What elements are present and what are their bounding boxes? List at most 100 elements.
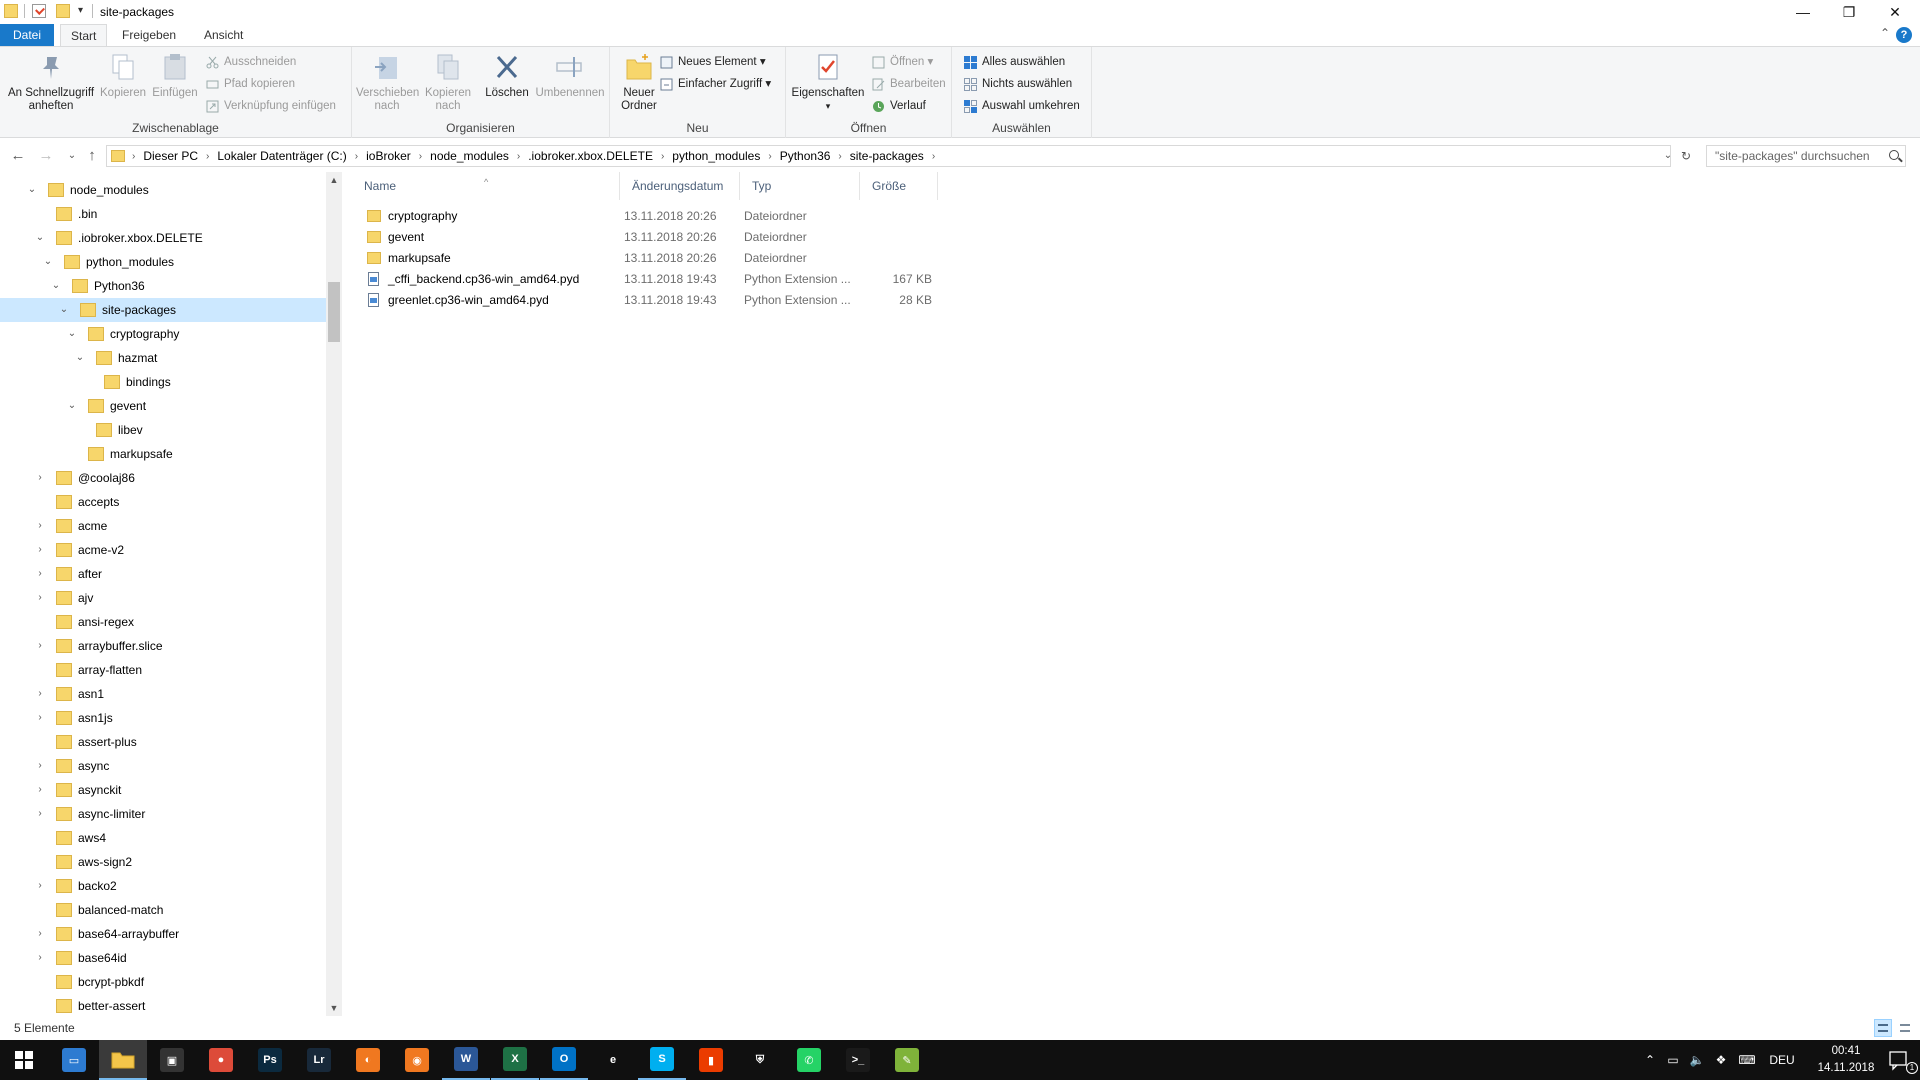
rename-button[interactable]: Umbenennen xyxy=(532,51,608,100)
tree-item[interactable]: aws-sign2 xyxy=(0,850,326,874)
chevron-right-icon[interactable]: › xyxy=(34,682,46,706)
select-all-button[interactable]: Alles auswählen xyxy=(964,53,1065,71)
tree-item[interactable]: assert-plus xyxy=(0,730,326,754)
chevron-right-icon[interactable]: › xyxy=(34,754,46,778)
dropbox-icon[interactable]: ❖ xyxy=(1710,1040,1732,1080)
tree-item[interactable]: libev xyxy=(0,418,326,442)
tab-start[interactable]: Start xyxy=(60,24,108,46)
chevron-right-icon[interactable]: › xyxy=(34,538,46,562)
properties-quick-icon[interactable] xyxy=(32,4,46,18)
ribbon-collapse-icon[interactable]: ⌃ xyxy=(1880,26,1890,40)
lightroom-taskbar-button[interactable]: Lr xyxy=(295,1040,343,1080)
chevron-right-icon[interactable]: › xyxy=(34,946,46,970)
quick-access-dropdown-icon[interactable]: ▾ xyxy=(78,5,83,16)
chevron-down-icon[interactable]: ⌄ xyxy=(34,226,46,250)
tab-file[interactable]: Datei xyxy=(0,24,54,46)
copy-to-button[interactable]: Kopieren nach xyxy=(420,51,476,113)
tree-item[interactable]: › async xyxy=(0,754,326,778)
cut-button[interactable]: Ausschneiden xyxy=(206,53,296,71)
tree-item[interactable]: ⌄ Python36 xyxy=(0,274,326,298)
file-explorer-taskbar-button[interactable] xyxy=(99,1040,147,1080)
chevron-right-icon[interactable]: › xyxy=(835,151,844,162)
chevron-right-icon[interactable]: › xyxy=(765,151,774,162)
office-taskbar-button[interactable]: ▮ xyxy=(687,1040,735,1080)
chevron-right-icon[interactable]: › xyxy=(34,514,46,538)
copy-path-button[interactable]: Pfad kopieren xyxy=(206,75,295,93)
new-folder-button[interactable]: Neuer Ordner xyxy=(614,51,664,113)
address-bar[interactable]: › Dieser PC › Lokaler Datenträger (C:) › ioB… xyxy=(106,145,1671,167)
breadcrumb-segment[interactable]: Lokaler Datenträger (C:) xyxy=(212,149,351,163)
scroll-down-icon[interactable]: ▼ xyxy=(326,1000,342,1016)
table-row[interactable]: markupsafe 13.11.2018 20:26 Dateiordner xyxy=(352,248,1252,269)
tree-item[interactable]: › after xyxy=(0,562,326,586)
volume-icon[interactable]: 🔈 xyxy=(1686,1040,1708,1080)
chevron-right-icon[interactable]: › xyxy=(34,874,46,898)
invert-selection-button[interactable]: Auswahl umkehren xyxy=(964,97,1080,115)
skype-taskbar-button[interactable]: S xyxy=(638,1040,686,1080)
breadcrumb-segment[interactable]: Python36 xyxy=(775,149,836,163)
search-input[interactable]: "site-packages" durchsuchen xyxy=(1706,145,1906,167)
column-header-size[interactable]: Größe xyxy=(860,172,938,200)
recent-locations-icon[interactable]: ⌄ xyxy=(62,146,82,166)
history-button[interactable]: Verlauf xyxy=(872,97,926,115)
photoshop-taskbar-button[interactable]: Ps xyxy=(246,1040,294,1080)
table-row[interactable]: gevent 13.11.2018 20:26 Dateiordner xyxy=(352,227,1252,248)
chevron-right-icon[interactable]: › xyxy=(929,151,938,162)
paste-shortcut-button[interactable]: Verknüpfung einfügen xyxy=(206,97,336,115)
tree-item[interactable]: bcrypt-pbkdf xyxy=(0,970,326,994)
tree-item[interactable]: ⌄ python_modules xyxy=(0,250,326,274)
chevron-down-icon[interactable]: ⌄ xyxy=(50,274,62,298)
tree-item[interactable]: ⌄ hazmat xyxy=(0,346,326,370)
tab-share[interactable]: Freigeben xyxy=(112,24,186,46)
chevron-right-icon[interactable]: › xyxy=(658,151,667,162)
details-view-button[interactable] xyxy=(1874,1019,1892,1037)
delete-button[interactable]: Löschen xyxy=(482,51,532,100)
back-arrow-icon[interactable]: ← xyxy=(8,146,28,166)
table-row[interactable]: cryptography 13.11.2018 20:26 Dateiordner xyxy=(352,206,1252,227)
up-arrow-icon[interactable]: ↑ xyxy=(82,146,102,166)
edge-taskbar-button[interactable]: e xyxy=(589,1040,637,1080)
tab-view[interactable]: Ansicht xyxy=(194,24,253,46)
tree-item[interactable]: › acme-v2 xyxy=(0,538,326,562)
minimize-button[interactable]: — xyxy=(1780,0,1826,24)
terminal-taskbar-button[interactable]: >_ xyxy=(834,1040,882,1080)
chevron-right-icon[interactable]: › xyxy=(34,634,46,658)
breadcrumb-segment[interactable]: ioBroker xyxy=(361,149,416,163)
tree-item[interactable]: › asn1 xyxy=(0,682,326,706)
chevron-right-icon[interactable]: › xyxy=(203,151,212,162)
tree-item[interactable]: ⌄ gevent xyxy=(0,394,326,418)
tree-item[interactable]: array-flatten xyxy=(0,658,326,682)
tree-item[interactable]: aws4 xyxy=(0,826,326,850)
edit-button[interactable]: Bearbeiten xyxy=(872,75,946,93)
tree-item[interactable]: markupsafe xyxy=(0,442,326,466)
chevron-right-icon[interactable]: › xyxy=(34,922,46,946)
tree-item[interactable]: ⌄ node_modules xyxy=(0,178,326,202)
tree-item[interactable]: › ajv xyxy=(0,586,326,610)
word-taskbar-button[interactable]: W xyxy=(442,1040,490,1080)
table-row[interactable]: greenlet.cp36-win_amd64.pyd 13.11.2018 19… xyxy=(352,290,1252,311)
chevron-right-icon[interactable]: › xyxy=(34,562,46,586)
chevron-down-icon[interactable]: ⌄ xyxy=(42,250,54,274)
whatsapp-taskbar-button[interactable]: ✆ xyxy=(785,1040,833,1080)
forward-arrow-icon[interactable]: → xyxy=(36,146,56,166)
new-folder-quick-icon[interactable] xyxy=(56,4,70,18)
clock[interactable]: 00:41 14.11.2018 xyxy=(1816,1043,1876,1077)
maximize-button[interactable]: ❐ xyxy=(1826,0,1872,24)
start-button[interactable] xyxy=(0,1040,48,1080)
keyboard-icon[interactable]: ⌨ xyxy=(1734,1040,1760,1080)
column-header-name[interactable]: Name ^ xyxy=(352,172,620,200)
chevron-right-icon[interactable]: › xyxy=(514,151,523,162)
tree-item[interactable]: › arraybuffer.slice xyxy=(0,634,326,658)
chevron-right-icon[interactable]: › xyxy=(34,586,46,610)
tree-item[interactable]: better-assert xyxy=(0,994,326,1016)
breadcrumb-segment[interactable]: Dieser PC xyxy=(138,149,203,163)
chevron-down-icon[interactable]: ⌄ xyxy=(66,322,78,346)
tree-item[interactable]: ansi-regex xyxy=(0,610,326,634)
tree-item[interactable]: › asn1js xyxy=(0,706,326,730)
scrollbar-thumb[interactable] xyxy=(328,282,340,342)
select-none-button[interactable]: Nichts auswählen xyxy=(964,75,1072,93)
tree-item[interactable]: ⌄ site-packages xyxy=(0,298,326,322)
chevron-down-icon[interactable]: ⌄ xyxy=(26,178,38,202)
task-view-taskbar-button[interactable]: ▭ xyxy=(50,1040,98,1080)
tree-item[interactable]: › backo2 xyxy=(0,874,326,898)
